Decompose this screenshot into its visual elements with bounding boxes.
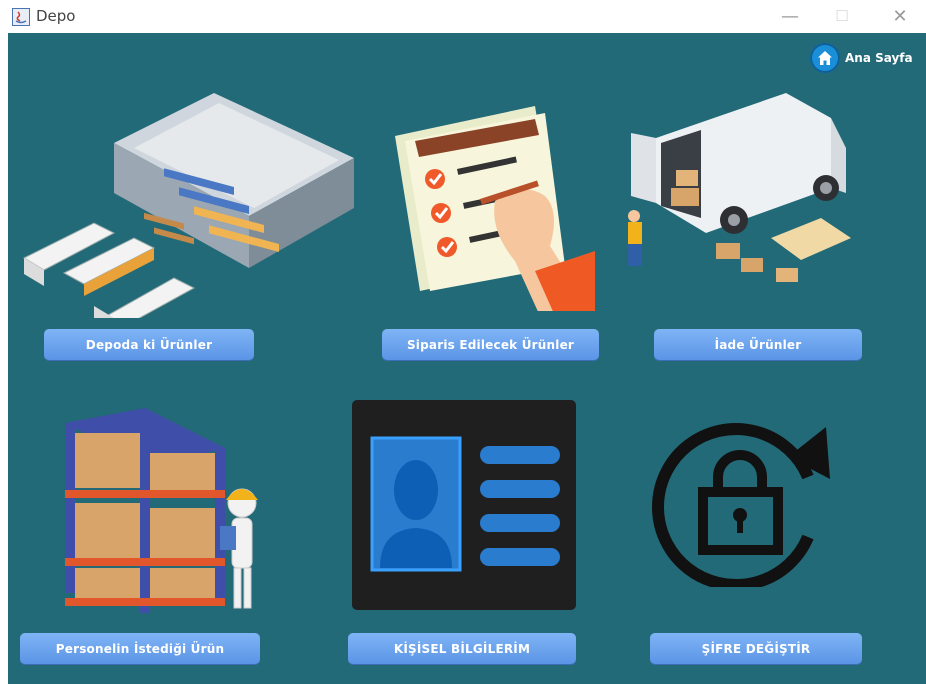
iade-urunler-button[interactable]: İade Ürünler	[654, 329, 862, 360]
java-app-icon	[12, 8, 30, 26]
home-link[interactable]: Ana Sayfa	[810, 43, 913, 73]
minimize-button[interactable]: —	[770, 4, 810, 28]
main-panel: Ana Sayfa Depoda ki Ürünler Siparis Edil…	[8, 33, 926, 684]
storage-rack-worker-icon[interactable]	[60, 408, 265, 623]
home-label: Ana Sayfa	[845, 51, 913, 65]
sifre-degistir-button[interactable]: ŞİFRE DEĞİŞTİR	[650, 633, 862, 664]
kisisel-bilgilerim-button[interactable]: KİŞİSEL BİLGİLERİM	[348, 633, 576, 664]
window-title: Depo	[36, 7, 76, 25]
home-icon	[810, 43, 840, 73]
maximize-button[interactable]: ☐	[822, 4, 862, 28]
depodaki-urunler-button[interactable]: Depoda ki Ürünler	[44, 329, 254, 360]
personelin-istedigi-urun-button[interactable]: Personelin İstediği Ürün	[20, 633, 260, 664]
id-card-icon[interactable]	[352, 400, 577, 610]
warehouse-icon[interactable]	[14, 88, 354, 318]
close-icon: ✕	[892, 5, 908, 27]
title-bar: Depo — ☐ ✕	[0, 0, 926, 33]
minimize-icon: —	[781, 5, 799, 27]
order-checklist-icon[interactable]	[385, 101, 595, 311]
maximize-icon: ☐	[835, 7, 849, 25]
siparis-edilecek-urunler-button[interactable]: Siparis Edilecek Ürünler	[382, 329, 599, 360]
close-button[interactable]: ✕	[880, 4, 920, 28]
lock-reset-icon[interactable]	[648, 417, 838, 587]
delivery-van-icon[interactable]	[616, 88, 861, 298]
